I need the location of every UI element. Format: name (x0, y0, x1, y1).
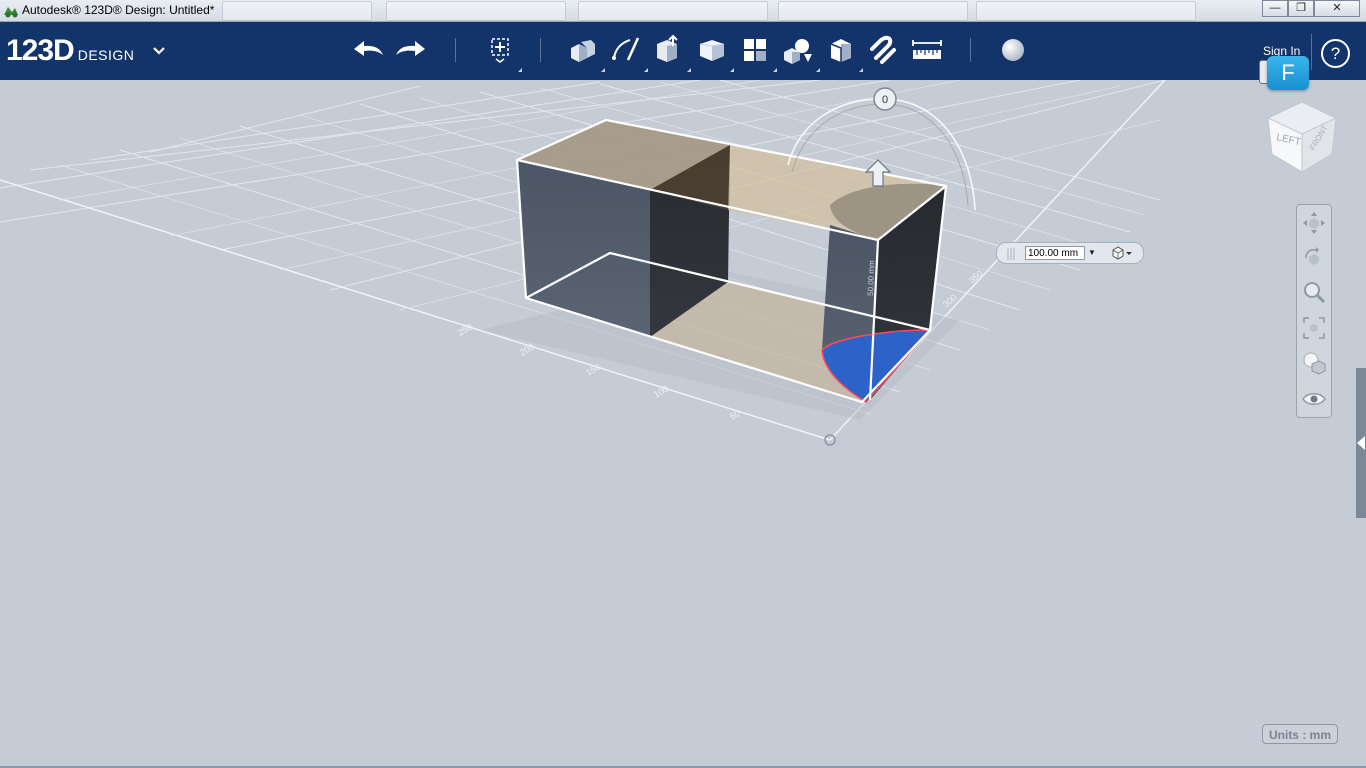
undo-icon (354, 41, 383, 56)
redo-icon (396, 41, 425, 56)
dimension-value-input[interactable] (1025, 246, 1085, 260)
undo-button[interactable] (350, 32, 386, 68)
construct-icon (657, 34, 678, 62)
construct-button[interactable] (651, 32, 691, 72)
pattern-button[interactable] (737, 32, 777, 72)
help-button[interactable]: ? (1321, 39, 1350, 68)
background-taskbar-ghost (222, 1, 1222, 21)
dimension-input-box: ▼ (996, 242, 1144, 264)
window-title-bar: Autodesk® 123D® Design: Untitled* — ❐ ✕ (0, 0, 1366, 22)
orbit-icon[interactable] (1300, 244, 1328, 272)
pattern-icon (744, 39, 766, 61)
toolbar-separator (540, 38, 541, 62)
3d-viewport[interactable]: 250 200 150 100 50 300 350 50.00 mm 0 (0, 80, 1366, 766)
maximize-button[interactable]: ❐ (1288, 0, 1314, 17)
sketch-button[interactable] (608, 32, 648, 72)
main-toolbar: 123D DESIGN Sign In ? (0, 22, 1366, 80)
modify-icon (699, 40, 725, 61)
chevron-down-icon (153, 47, 165, 55)
app-menu-button[interactable]: 123D DESIGN (6, 34, 165, 68)
pan-icon[interactable] (1300, 209, 1328, 237)
navigation-bar (1296, 204, 1332, 418)
minimize-button[interactable]: — (1262, 0, 1288, 17)
tick-label: 350 (967, 268, 985, 285)
tick-label: 50 (728, 408, 742, 422)
redo-button[interactable] (393, 32, 429, 68)
collapse-arrow-icon[interactable] (1357, 436, 1365, 450)
drag-grip-icon[interactable] (1005, 246, 1017, 262)
tick-label: 100 (652, 384, 670, 400)
units-indicator[interactable]: Units : mm (1262, 724, 1338, 744)
toolbar-separator (455, 38, 456, 62)
fit-view-icon[interactable] (1300, 314, 1328, 342)
snap-magnet-icon (870, 35, 896, 64)
transform-icon (491, 38, 509, 63)
ruler-icon (912, 40, 942, 59)
sketch-icon (612, 37, 640, 61)
group-button[interactable] (780, 32, 820, 72)
tick-label: 300 (941, 292, 959, 309)
primitives-button[interactable] (565, 32, 605, 72)
rotate-handle-label: 0 (882, 94, 888, 106)
combine-icon (830, 39, 851, 62)
app-icon (4, 7, 18, 18)
tick-label: 200 (518, 342, 536, 358)
combine-button[interactable] (823, 32, 863, 72)
face-dimension-text: 50.00 mm (866, 260, 876, 296)
toolbar-separator (1311, 34, 1312, 70)
dimension-dropdown-button[interactable]: ▼ (1085, 246, 1099, 260)
material-sphere-icon (1002, 39, 1024, 61)
left-solid-face (517, 160, 650, 337)
logo-number: 123D (6, 34, 75, 67)
display-mode-icon[interactable] (1300, 349, 1328, 377)
measure-button[interactable] (909, 32, 945, 68)
snap-button[interactable] (866, 32, 902, 68)
zoom-icon[interactable] (1300, 279, 1328, 307)
material-button[interactable] (995, 32, 1031, 68)
snap-options-icon[interactable] (1109, 245, 1135, 261)
modify-button[interactable] (694, 32, 734, 72)
primitives-icon (571, 40, 595, 62)
close-button[interactable]: ✕ (1314, 0, 1360, 17)
window-title: Autodesk® 123D® Design: Untitled* (22, 3, 215, 17)
toolbar-separator (970, 38, 971, 62)
transform-button[interactable] (482, 32, 522, 72)
visibility-eye-icon[interactable] (1300, 385, 1328, 413)
group-icon (784, 39, 812, 64)
view-cube[interactable]: LEFT FRONT (1262, 96, 1342, 176)
logo-word: DESIGN (77, 47, 135, 63)
